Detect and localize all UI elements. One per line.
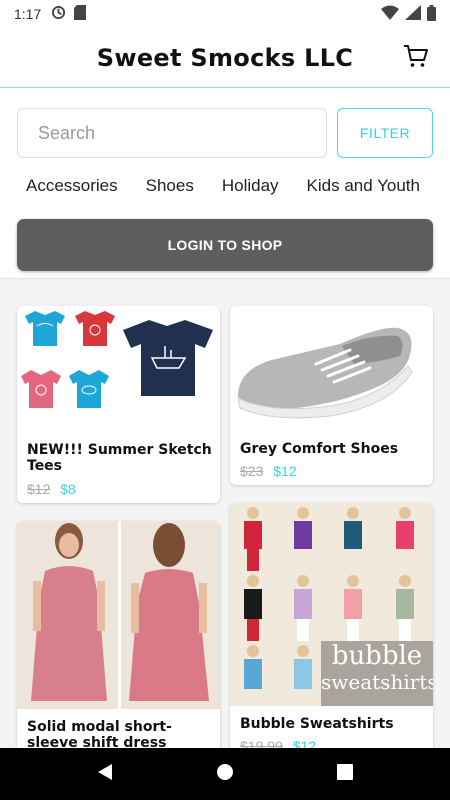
search-input[interactable] bbox=[17, 108, 327, 158]
app-title: Sweet Smocks LLC bbox=[96, 43, 354, 72]
sd-card-icon bbox=[74, 5, 87, 23]
data-saver-icon bbox=[51, 5, 66, 23]
system-nav-bar bbox=[0, 748, 450, 800]
product-name: Bubble Sweatshirts bbox=[240, 716, 394, 732]
search-row: FILTER bbox=[17, 108, 433, 160]
category-kids-and-youth[interactable]: Kids and Youth bbox=[307, 176, 420, 202]
filter-button[interactable]: FILTER bbox=[337, 108, 433, 158]
bubble-sweatshirts-logo-text: bubble sweatshirts bbox=[321, 641, 433, 694]
category-holiday[interactable]: Holiday bbox=[222, 176, 279, 202]
back-button[interactable] bbox=[93, 762, 117, 786]
product-prices: $23 $12 bbox=[240, 463, 297, 479]
product-card-bubble-sweatshirts[interactable]: bubble sweatshirts Bubble Sweatshirts $1… bbox=[230, 503, 433, 748]
product-image bbox=[230, 306, 433, 426]
status-bar: 1:17 bbox=[0, 0, 450, 28]
product-card-shift-dress[interactable]: Solid modal short-sleeve shift dress bbox=[17, 521, 220, 748]
product-image bbox=[17, 521, 220, 709]
product-price: $12 bbox=[292, 738, 317, 748]
category-bar: Accessories Shoes Holiday Kids and Youth bbox=[26, 176, 450, 202]
product-price: $8 bbox=[60, 481, 76, 497]
product-name: NEW!!! Summer Sketch Tees bbox=[27, 442, 212, 474]
status-time: 1:17 bbox=[14, 6, 42, 22]
product-prices: $19.99 $12 bbox=[240, 738, 316, 748]
login-to-shop-button[interactable]: LOGIN TO SHOP bbox=[17, 219, 433, 271]
product-old-price: $12 bbox=[27, 481, 51, 497]
recents-icon bbox=[337, 763, 353, 785]
cart-button[interactable] bbox=[402, 44, 430, 72]
product-name: Solid modal short-sleeve shift dress bbox=[27, 719, 172, 748]
product-image: bubble sweatshirts bbox=[230, 503, 433, 706]
product-old-price: $19.99 bbox=[240, 738, 283, 748]
recents-button[interactable] bbox=[333, 762, 357, 786]
product-grid: NEW!!! Summer Sketch Tees $12 $8 Grey Co… bbox=[0, 278, 450, 748]
home-icon bbox=[216, 763, 234, 786]
product-prices: $12 $8 bbox=[27, 481, 76, 497]
product-image bbox=[17, 306, 220, 426]
product-old-price: $23 bbox=[240, 463, 264, 479]
app-header: Sweet Smocks LLC bbox=[0, 28, 450, 88]
home-button[interactable] bbox=[213, 762, 237, 786]
back-icon bbox=[96, 762, 114, 787]
category-accessories[interactable]: Accessories bbox=[26, 176, 118, 202]
cart-icon bbox=[403, 44, 429, 73]
product-price: $12 bbox=[273, 463, 297, 479]
signal-icon bbox=[405, 5, 421, 23]
battery-icon bbox=[427, 4, 436, 24]
product-name: Grey Comfort Shoes bbox=[240, 441, 399, 457]
product-card-grey-comfort-shoes[interactable]: Grey Comfort Shoes $23 $12 bbox=[230, 306, 433, 485]
product-card-summer-sketch-tees[interactable]: NEW!!! Summer Sketch Tees $12 $8 bbox=[17, 306, 220, 503]
category-shoes[interactable]: Shoes bbox=[146, 176, 194, 202]
wifi-icon bbox=[381, 5, 399, 23]
